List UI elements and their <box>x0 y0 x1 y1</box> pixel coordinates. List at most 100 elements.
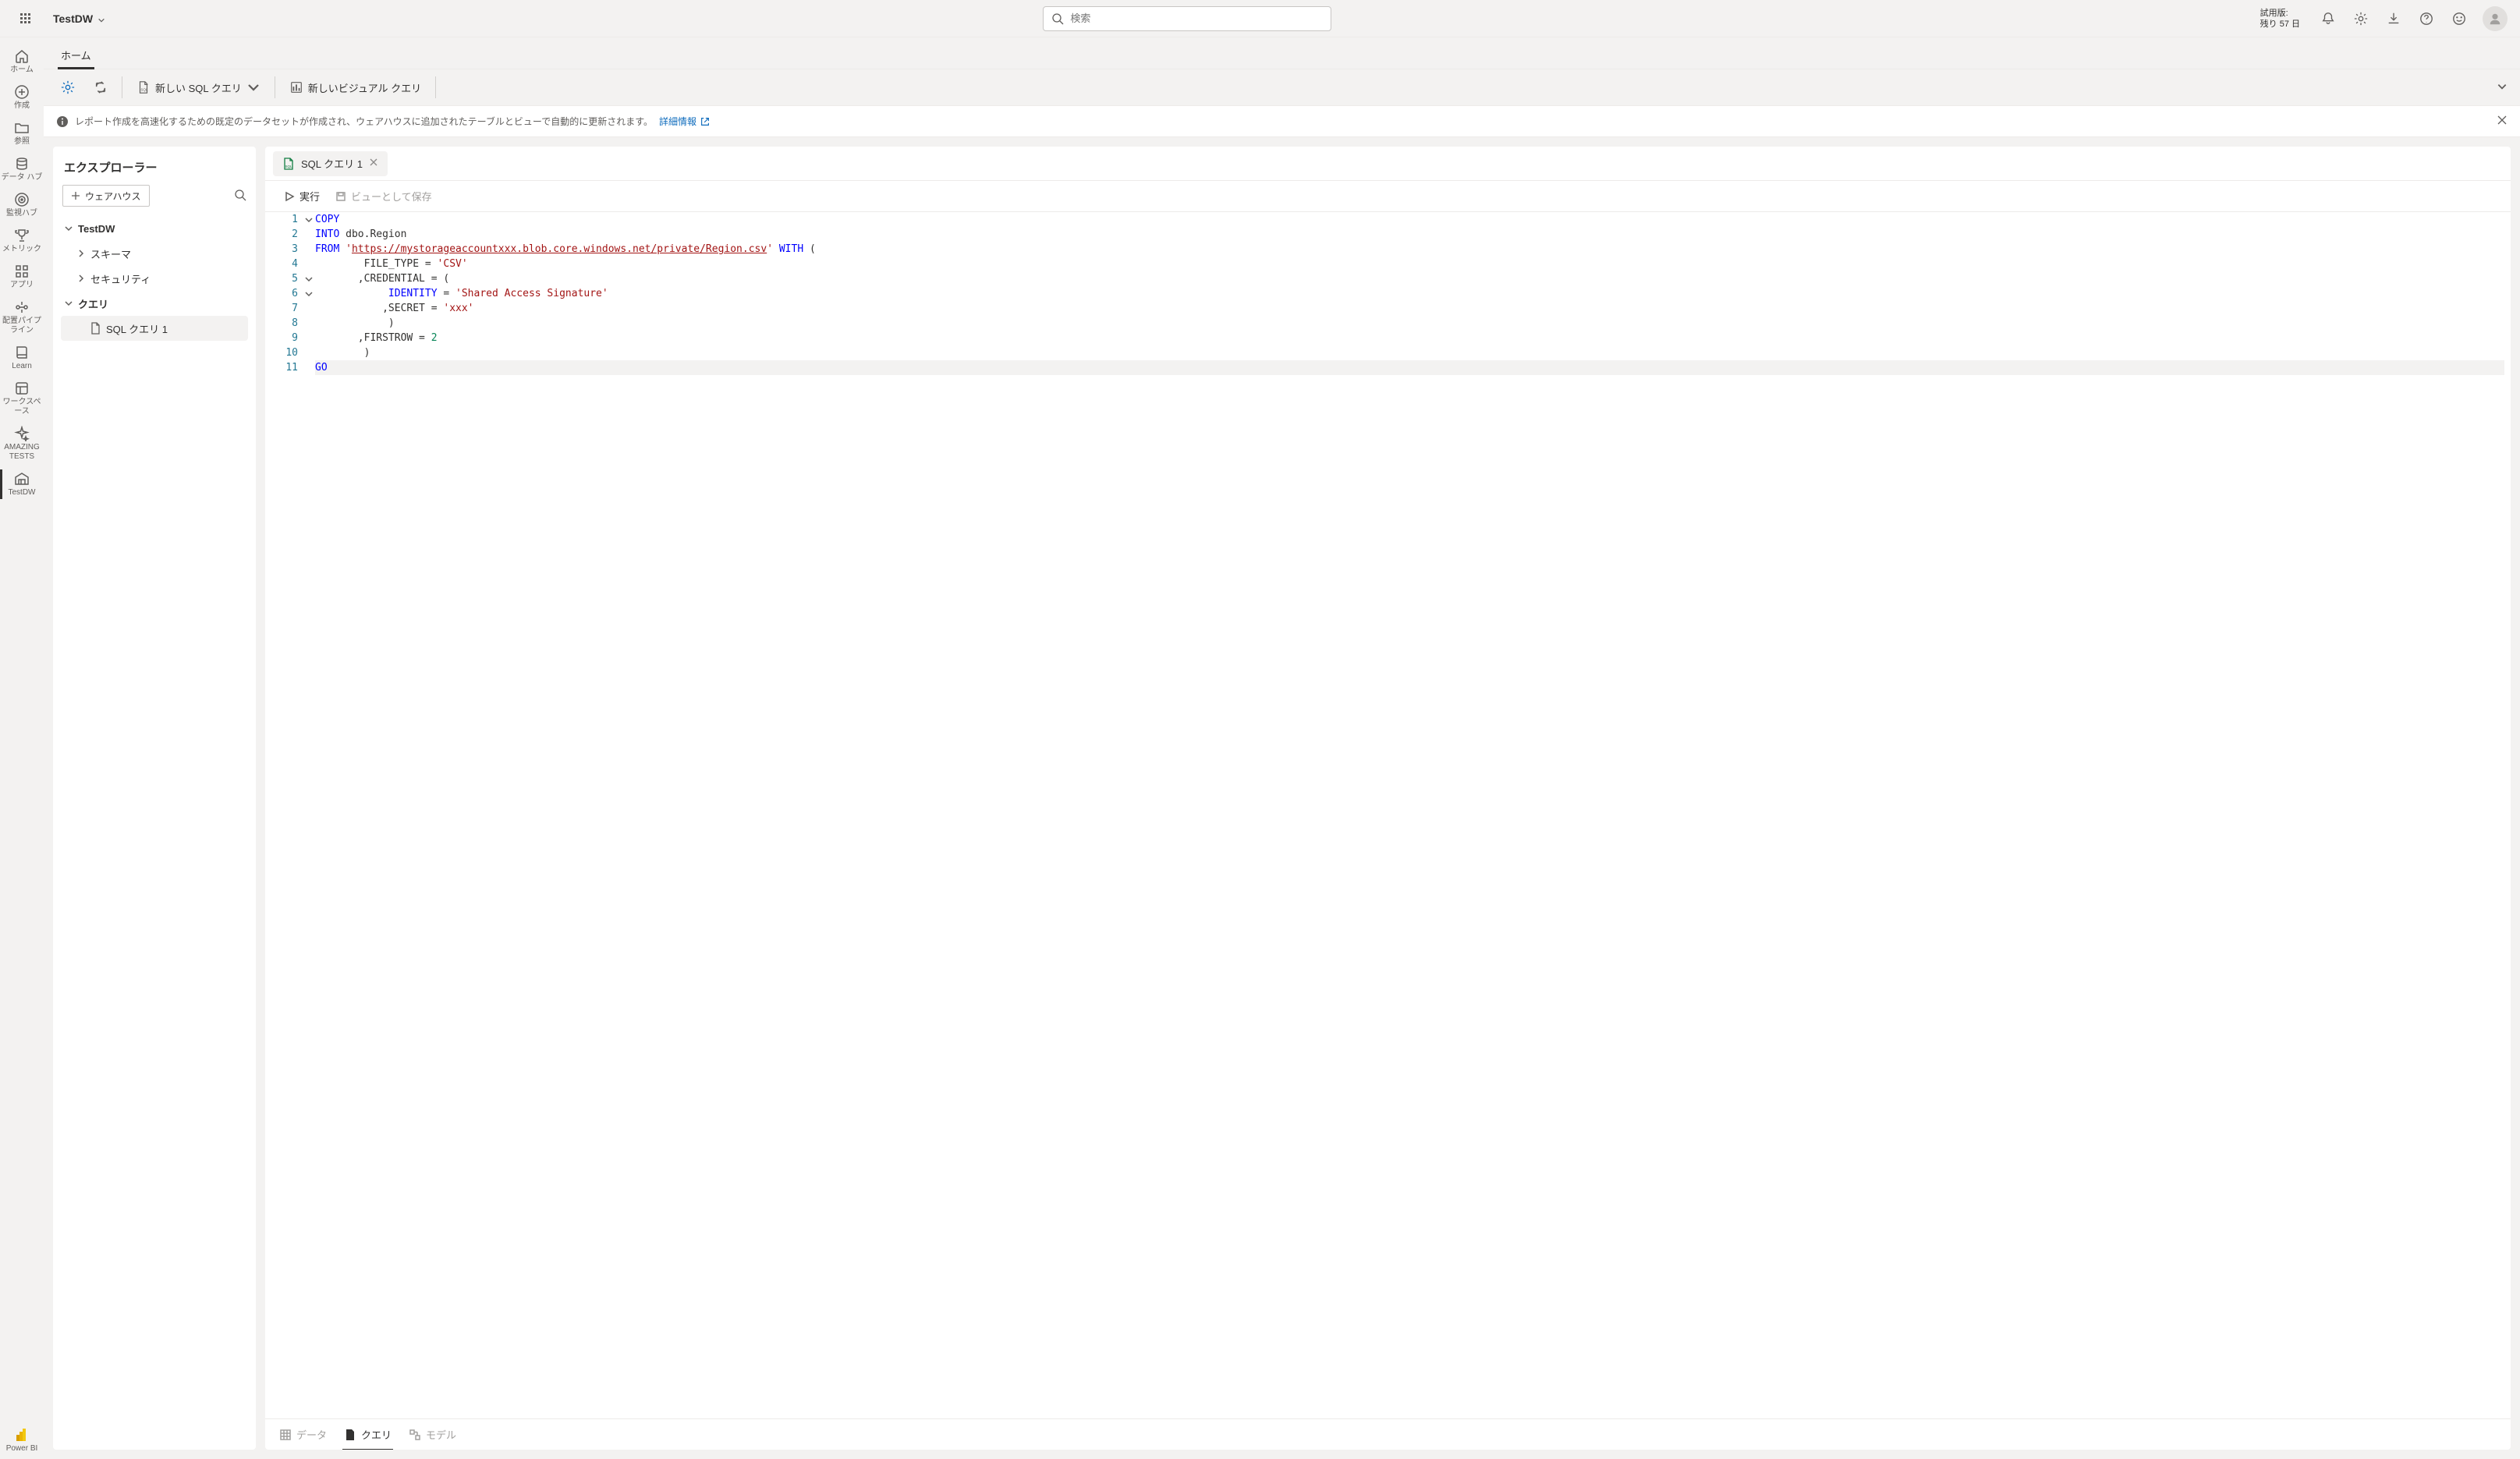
rail-label: メトリック <box>2 245 41 254</box>
add-warehouse-button[interactable]: ウェアハウス <box>62 185 150 207</box>
person-icon <box>2488 12 2502 26</box>
fold-toggle[interactable] <box>303 271 315 286</box>
rail-label: ホーム <box>10 66 34 75</box>
rail-apps[interactable]: アプリ <box>0 259 44 295</box>
rail-create[interactable]: 作成 <box>0 80 44 115</box>
run-button[interactable]: 実行 <box>278 186 326 207</box>
workspace-icon <box>14 381 30 396</box>
rail-monitor-hub[interactable]: 監視ハブ <box>0 187 44 223</box>
bottom-tabs: データ クエリ モデル <box>265 1418 2511 1450</box>
tree-queries-label: クエリ <box>78 296 108 311</box>
code-token: WITH <box>779 243 803 255</box>
code-token: ,CREDENTIAL = ( <box>315 273 449 285</box>
book-icon <box>14 345 30 360</box>
code-token: ( <box>803 243 816 255</box>
rail-label: 配置パイプライン <box>0 317 44 335</box>
banner-link-label: 詳細情報 <box>659 115 696 128</box>
bell-icon <box>2321 12 2335 26</box>
code-token: 'CSV' <box>438 258 468 270</box>
search-input[interactable] <box>1070 12 1323 24</box>
code-token: https://mystorageaccountxxx.blob.core.wi… <box>352 243 767 255</box>
code-token <box>315 288 388 299</box>
close-tab-button[interactable] <box>369 158 378 169</box>
settings-button[interactable] <box>2345 0 2376 37</box>
code-token: COPY <box>315 214 339 225</box>
code-token: FROM <box>315 243 339 255</box>
tree-schema[interactable]: スキーマ <box>61 241 248 266</box>
new-visual-query-button[interactable]: 新しいビジュアル クエリ <box>282 73 429 101</box>
breadcrumb-title: TestDW <box>53 12 93 25</box>
pipeline-icon <box>14 299 30 315</box>
svg-text:SQL: SQL <box>285 165 293 168</box>
refresh-button[interactable] <box>86 73 115 101</box>
rail-label: アプリ <box>10 281 34 290</box>
breadcrumb[interactable]: TestDW <box>44 12 115 25</box>
banner-link[interactable]: 詳細情報 <box>659 115 711 128</box>
rail-browse[interactable]: 参照 <box>0 115 44 151</box>
rail-amazing-tests[interactable]: AMAZING TESTS <box>0 421 44 466</box>
sql-file-icon: SQL <box>282 158 295 170</box>
tree-query1[interactable]: SQL クエリ 1 <box>61 316 248 341</box>
code-token: ,FIRSTROW = <box>315 332 431 344</box>
explorer-search-button[interactable] <box>234 189 246 204</box>
help-button[interactable] <box>2411 0 2442 37</box>
rail-metrics[interactable]: メトリック <box>0 223 44 259</box>
download-button[interactable] <box>2378 0 2409 37</box>
toolbar: SQL 新しい SQL クエリ 新しいビジュアル クエリ <box>44 69 2520 106</box>
svg-text:SQL: SQL <box>140 88 148 92</box>
tree-root-label: TestDW <box>78 223 115 235</box>
notifications-button[interactable] <box>2313 0 2344 37</box>
rail-footer[interactable]: Power BI <box>0 1421 44 1459</box>
new-visual-query-label: 新しいビジュアル クエリ <box>308 80 421 95</box>
code-token: 'Shared Access Signature' <box>455 288 608 299</box>
editor-toolbar: 実行 ビューとして保存 <box>265 181 2511 212</box>
code-token: GO <box>315 362 328 374</box>
model-icon <box>409 1429 421 1441</box>
expand-toolbar-button[interactable] <box>2493 78 2511 97</box>
header-icons <box>2313 0 2514 37</box>
tree-schema-label: スキーマ <box>90 246 131 261</box>
rail-label: ワークスペース <box>0 398 44 416</box>
rail-label: 参照 <box>14 137 30 147</box>
external-link-icon <box>700 116 711 127</box>
new-sql-query-button[interactable]: SQL 新しい SQL クエリ <box>129 73 268 101</box>
rail-workspace[interactable]: ワークスペース <box>0 376 44 421</box>
code-token: FILE_TYPE = <box>315 258 438 270</box>
btab-model[interactable]: モデル <box>407 1424 458 1445</box>
fold-toggle[interactable] <box>303 286 315 301</box>
avatar[interactable] <box>2483 6 2508 31</box>
search-box[interactable] <box>1043 6 1331 31</box>
banner-close-button[interactable] <box>2497 115 2508 128</box>
help-icon <box>2419 12 2433 26</box>
chevron-down-icon <box>64 299 73 307</box>
search-icon <box>234 189 246 201</box>
rail-data-hub[interactable]: データ ハブ <box>0 151 44 187</box>
search-icon <box>1051 12 1064 25</box>
rail-pipelines[interactable]: 配置パイプライン <box>0 295 44 340</box>
gear-icon <box>2354 12 2368 26</box>
app-launcher[interactable] <box>6 0 44 37</box>
home-icon <box>14 48 30 64</box>
feedback-button[interactable] <box>2444 0 2475 37</box>
btab-query[interactable]: クエリ <box>342 1424 393 1445</box>
rail-learn[interactable]: Learn <box>0 340 44 376</box>
tree-root[interactable]: TestDW <box>61 216 248 241</box>
editor-tab-sql1[interactable]: SQL SQL クエリ 1 <box>273 151 388 176</box>
rail-label: AMAZING TESTS <box>0 443 44 462</box>
folder-icon <box>14 120 30 136</box>
tab-home[interactable]: ホーム <box>58 41 94 69</box>
rail-testdw[interactable]: TestDW <box>0 466 44 502</box>
download-icon <box>2387 12 2401 26</box>
visual-query-icon <box>289 80 303 94</box>
plus-circle-icon <box>14 84 30 100</box>
chevron-down-icon <box>97 15 105 23</box>
code-editor[interactable]: 1234567891011 COPY INTO dbo.Region FROM … <box>265 212 2511 1418</box>
explorer-title: エクスプローラー <box>61 156 248 185</box>
fold-toggle[interactable] <box>303 212 315 227</box>
manage-settings-button[interactable] <box>53 73 83 101</box>
trial-line2: 残り 57 日 <box>2260 19 2300 30</box>
tree-queries[interactable]: クエリ <box>61 291 248 316</box>
btab-data[interactable]: データ <box>278 1424 328 1445</box>
rail-home[interactable]: ホーム <box>0 44 44 80</box>
tree-security[interactable]: セキュリティ <box>61 266 248 291</box>
